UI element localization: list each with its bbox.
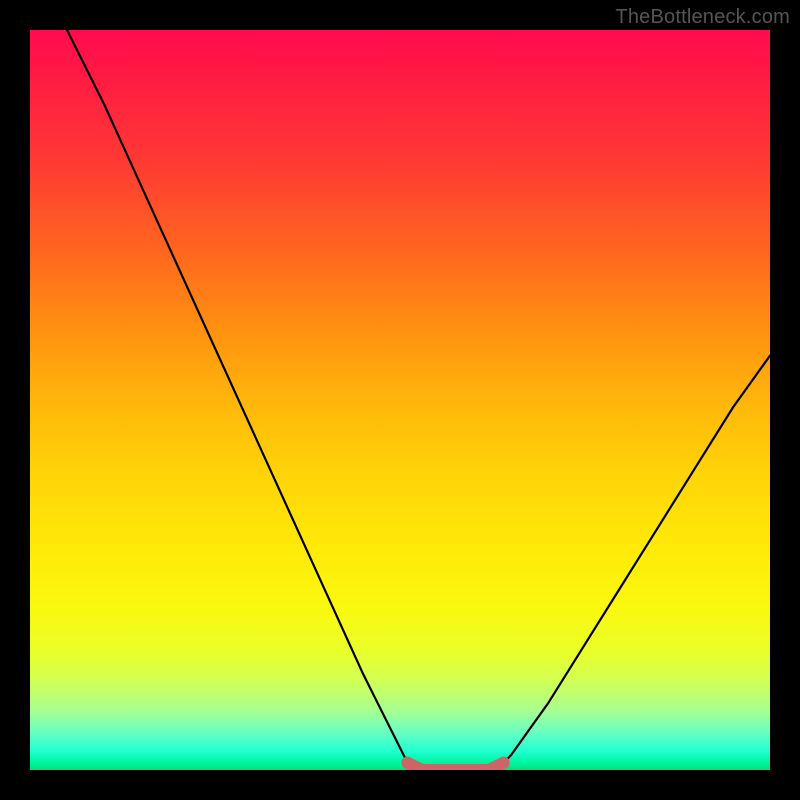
watermark-text: TheBottleneck.com [615, 6, 790, 29]
plot-area [30, 30, 770, 770]
chart-frame: TheBottleneck.com [0, 0, 800, 800]
heat-gradient-background [30, 30, 770, 770]
